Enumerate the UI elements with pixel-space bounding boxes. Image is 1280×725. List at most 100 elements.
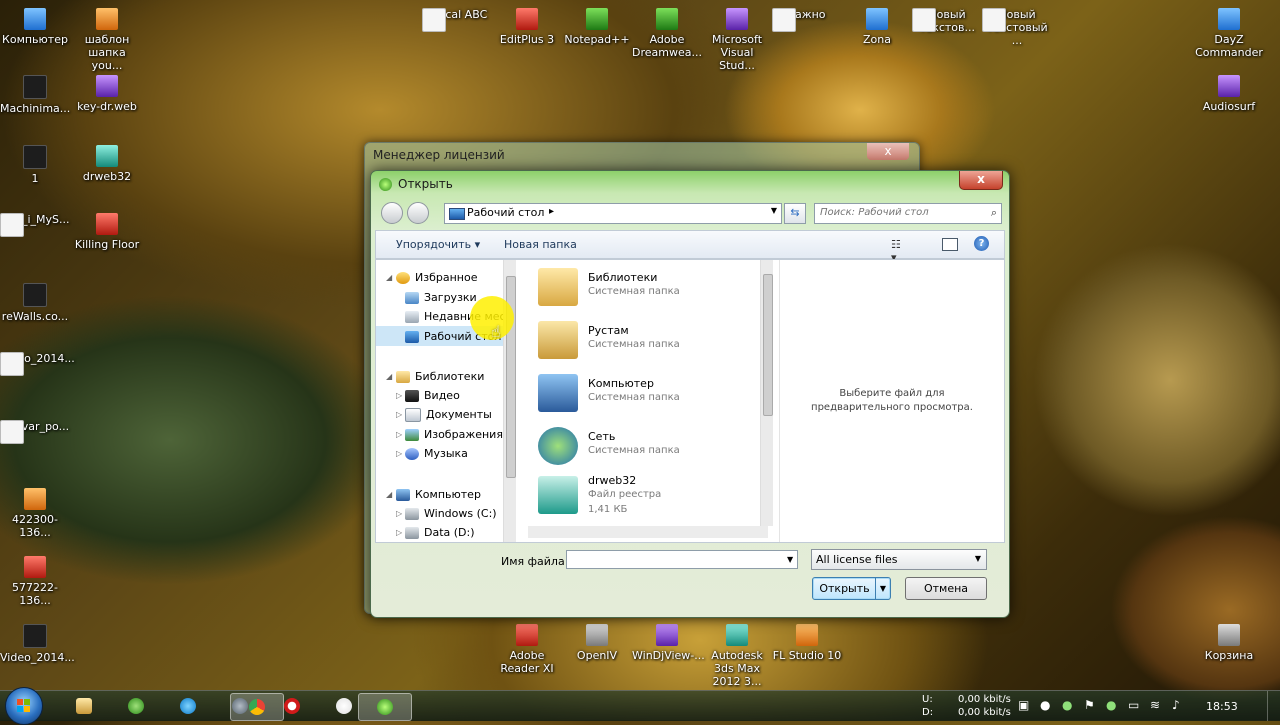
tray-wifi-icon[interactable]: ≋ [1150, 699, 1160, 711]
search-input[interactable] [820, 204, 980, 221]
desktop-icon-577222[interactable]: 577222-136... [0, 556, 70, 607]
license-manager-close-button[interactable]: x [867, 143, 909, 160]
desktop-icon-php[interactable]: PHP_i_MyS... [0, 213, 70, 237]
desktop-icon-dreamweaver[interactable]: Adobe Dreamwea... [632, 8, 702, 59]
audiosurf-icon [1218, 75, 1240, 97]
desktop-icon-editplus[interactable]: EditPlus 3 [492, 8, 562, 46]
desktop-icon-pascal[interactable]: Pascal ABC [422, 8, 492, 32]
file-item-user[interactable]: Рустам Системная папка [528, 315, 758, 363]
desktop-icon-bukvar[interactable]: Bukvar_po... [0, 420, 70, 444]
forward-button[interactable] [407, 202, 429, 224]
expand-arrow-icon[interactable]: ▷ [396, 528, 402, 537]
expand-arrow-icon[interactable]: ▷ [396, 449, 402, 458]
refresh-button[interactable]: ⇆ [784, 203, 806, 224]
tray-steam-icon[interactable]: ● [1040, 699, 1050, 711]
files-horizontal-scrollbar[interactable] [528, 526, 768, 538]
filename-input[interactable] [566, 550, 798, 569]
desktop-icon-windjview[interactable]: WinDjView-... [632, 624, 705, 662]
address-dropdown-icon[interactable]: ▼ [771, 206, 777, 215]
desktop-icon-vazhno[interactable]: важно [772, 8, 842, 32]
taskbar-explorer[interactable] [58, 693, 110, 719]
desktop-icon-machinima[interactable]: Machinima... [0, 75, 70, 115]
file-item-network[interactable]: Сеть Системная папка [528, 421, 758, 469]
desktop-icon-new-text-2[interactable]: Новый текстовый ... [982, 8, 1052, 47]
open-button[interactable]: Открыть ▼ [812, 577, 891, 600]
desktop-icon-video-1[interactable]: Video_2014... [0, 352, 75, 376]
desktop-icon-recycle-bin[interactable]: Корзина [1194, 624, 1264, 662]
taskbar-opera[interactable] [266, 693, 318, 719]
tray-utorrent-icon[interactable]: ● [1062, 699, 1072, 711]
nav-drive-c[interactable]: Windows (C:) [405, 507, 497, 520]
desktop-icon-dayz[interactable]: DayZ Commander [1194, 8, 1264, 59]
collapse-arrow-icon[interactable]: ◢ [386, 372, 392, 381]
expand-arrow-icon[interactable]: ▷ [396, 509, 402, 518]
help-icon[interactable]: ? [974, 236, 989, 251]
desktop-icon-flstudio[interactable]: FL Studio 10 [772, 624, 842, 662]
expand-arrow-icon[interactable]: ▷ [396, 410, 402, 419]
tray-network-icon[interactable]: ▣ [1018, 699, 1029, 711]
desktop-icon-audiosurf[interactable]: Audiosurf [1194, 75, 1264, 113]
desktop-icon-422300[interactable]: 422300-136... [0, 488, 70, 539]
nav-libraries[interactable]: Библиотеки [396, 370, 484, 383]
nav-documents[interactable]: Документы [405, 408, 492, 422]
dialog-close-button[interactable]: x [959, 171, 1003, 190]
cancel-button[interactable]: Отмена [905, 577, 987, 600]
preview-pane-icon[interactable] [942, 238, 958, 251]
desktop-icon-computer[interactable]: Компьютер [0, 8, 70, 46]
desktop-icon-rewalls[interactable]: reWalls.co... [0, 283, 70, 323]
back-button[interactable] [381, 202, 403, 224]
file-item-libraries[interactable]: Библиотеки Системная папка [528, 262, 758, 310]
nav-video[interactable]: Видео [405, 389, 460, 402]
nav-drive-d[interactable]: Data (D:) [405, 526, 475, 539]
nav-downloads[interactable]: Загрузки [405, 291, 477, 304]
show-desktop-button[interactable] [1267, 691, 1280, 721]
file-item-computer[interactable]: Компьютер Системная папка [528, 368, 758, 416]
desktop-icon-template[interactable]: шаблон шапка you... [72, 8, 142, 72]
desktop-icon-drweb32[interactable]: drweb32 [72, 145, 142, 183]
file-item-drweb32[interactable]: drweb32 Файл реестра 1,41 КБ [528, 470, 758, 522]
expand-arrow-icon[interactable]: ▷ [396, 391, 402, 400]
desktop-icon-video-2[interactable]: Video_2014... [0, 624, 75, 664]
nav-music[interactable]: Музыка [405, 447, 468, 460]
new-folder-button[interactable]: Новая папка [504, 238, 577, 251]
desktop-icon-key-drweb[interactable]: key-dr.web [72, 75, 142, 113]
address-bar[interactable]: Рабочий стол ▸ ▼ [444, 203, 782, 224]
tray-monitor-icon[interactable]: ▭ [1128, 699, 1139, 711]
files-scrollbar-thumb[interactable] [763, 274, 773, 416]
desktop-icon-notepadpp[interactable]: Notepad++ [562, 8, 632, 46]
open-split-dropdown-icon[interactable]: ▼ [875, 578, 890, 599]
nav-favorites[interactable]: Избранное [396, 271, 477, 284]
collapse-arrow-icon[interactable]: ◢ [386, 273, 392, 282]
taskbar-utorrent[interactable] [110, 693, 162, 719]
desktop-icon-openiv[interactable]: OpenIV [562, 624, 632, 662]
filename-dropdown-icon[interactable]: ▼ [787, 555, 793, 564]
desktop-icon-new-text-1[interactable]: Новый текстов... [912, 8, 982, 34]
desktop-icon-1[interactable]: 1 [0, 145, 70, 185]
desktop-icon-visual-studio[interactable]: Microsoft Visual Stud... [702, 8, 772, 72]
tray-volume-icon[interactable]: ♪ [1172, 699, 1180, 711]
organize-button[interactable]: Упорядочить ▾ [396, 238, 480, 251]
search-box[interactable]: ⌕ [814, 203, 1002, 224]
taskbar-skype[interactable] [162, 693, 214, 719]
nav-pictures[interactable]: Изображения [405, 428, 503, 441]
expand-arrow-icon[interactable]: ▷ [396, 430, 402, 439]
tray-drweb-icon[interactable]: ● [1106, 699, 1116, 711]
nav-computer[interactable]: Компьютер [396, 488, 481, 501]
taskbar-drweb[interactable] [358, 693, 412, 721]
address-path[interactable]: Рабочий стол [467, 206, 544, 219]
desktop-icon-3dsmax[interactable]: Autodesk 3ds Max 2012 3... [702, 624, 772, 688]
desktop-icon-killing-floor[interactable]: Killing Floor [72, 213, 142, 251]
files-scrollbar[interactable] [760, 260, 773, 526]
dialog-titlebar[interactable]: Открыть x [371, 171, 1009, 197]
desktop-icon-adobe-reader[interactable]: Adobe Reader XI [492, 624, 562, 675]
change-view-icon[interactable]: ☷ ▾ [891, 238, 907, 264]
search-icon[interactable]: ⌕ [991, 206, 997, 220]
start-button[interactable] [5, 687, 43, 725]
preview-placeholder: Выберите файл для предварительного просм… [811, 388, 973, 413]
tray-flag-icon[interactable]: ⚑ [1084, 699, 1095, 711]
desktop-icon-zona[interactable]: Zona [842, 8, 912, 46]
clock[interactable]: 18:53 [1206, 700, 1238, 713]
collapse-arrow-icon[interactable]: ◢ [386, 490, 392, 499]
file-type-select[interactable]: All license files ▼ [811, 549, 987, 570]
breadcrumb-arrow-icon[interactable]: ▸ [549, 206, 554, 217]
